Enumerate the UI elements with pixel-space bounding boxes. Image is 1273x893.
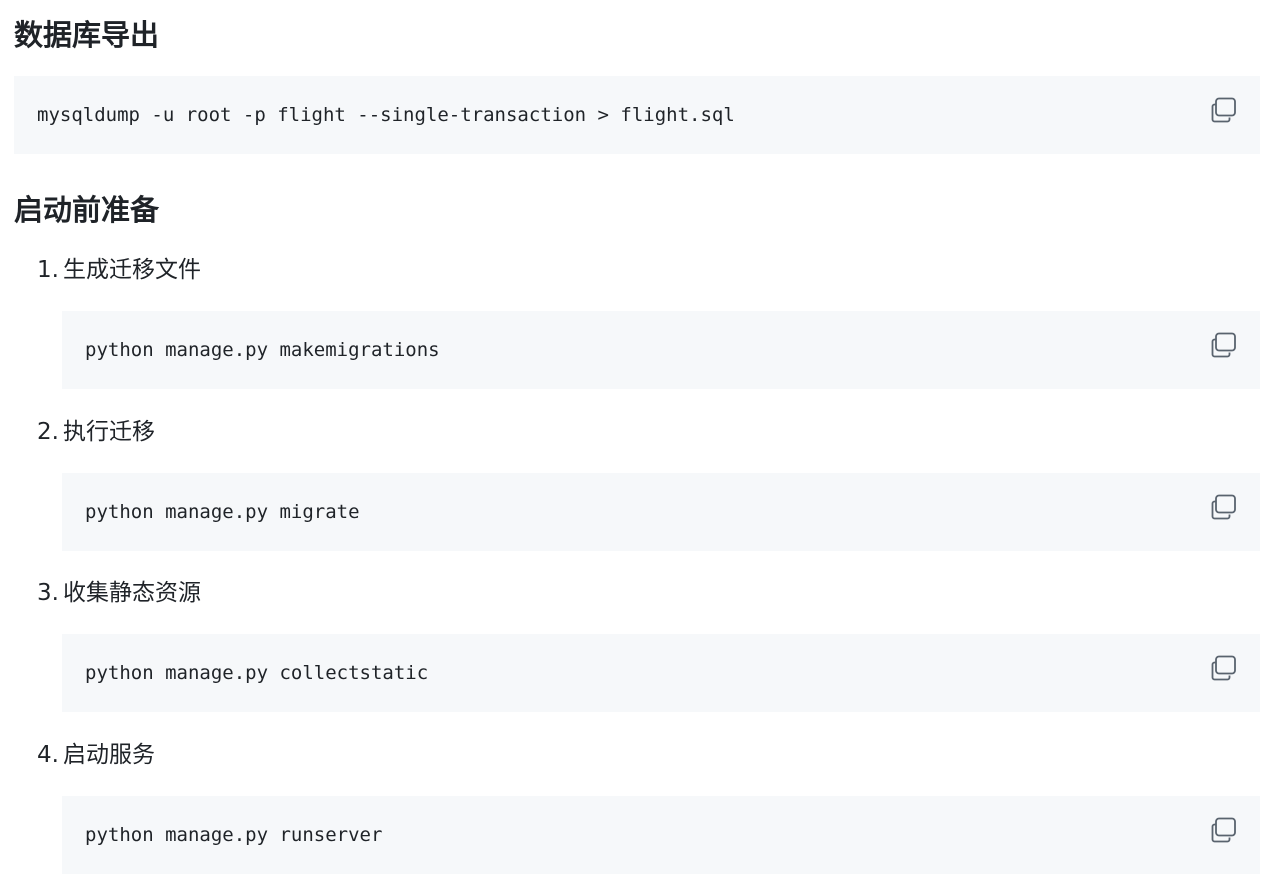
list-item-step-4: 4. 启动服务 <box>37 740 155 770</box>
step-label: 启动服务 <box>62 742 155 768</box>
list-item-step-2: 2. 执行迁移 <box>37 417 155 447</box>
code-block-runserver: python manage.py runserver <box>62 796 1260 874</box>
copy-button[interactable] <box>1210 493 1238 521</box>
code-block-export: mysqldump -u root -p flight --single-tra… <box>14 76 1260 154</box>
copy-button[interactable] <box>1210 96 1238 124</box>
step-label: 收集静态资源 <box>62 580 201 606</box>
step-label: 生成迁移文件 <box>62 257 201 283</box>
code-text: python manage.py runserver <box>85 824 383 846</box>
copy-button[interactable] <box>1210 654 1238 682</box>
copy-icon <box>1211 494 1236 520</box>
copy-button[interactable] <box>1210 331 1238 359</box>
list-item-step-1: 1. 生成迁移文件 <box>37 255 201 285</box>
heading-database-export: 数据库导出 <box>14 18 160 52</box>
code-block-makemigrations: python manage.py makemigrations <box>62 311 1260 389</box>
code-text: python manage.py makemigrations <box>85 339 440 361</box>
code-block-migrate: python manage.py migrate <box>62 473 1260 551</box>
copy-icon <box>1211 655 1236 681</box>
step-number: 1. <box>37 257 59 283</box>
list-item-step-3: 3. 收集静态资源 <box>37 578 201 608</box>
copy-icon <box>1211 817 1236 843</box>
copy-icon <box>1211 97 1236 123</box>
heading-prestart-prep: 启动前准备 <box>14 193 160 227</box>
code-text: mysqldump -u root -p flight --single-tra… <box>37 104 735 126</box>
code-block-collectstatic: python manage.py collectstatic <box>62 634 1260 712</box>
step-number: 3. <box>37 580 59 606</box>
copy-icon <box>1211 332 1236 358</box>
code-text: python manage.py collectstatic <box>85 662 429 684</box>
step-number: 4. <box>37 742 59 768</box>
copy-button[interactable] <box>1210 816 1238 844</box>
step-number: 2. <box>37 419 59 445</box>
step-label: 执行迁移 <box>62 419 155 445</box>
code-text: python manage.py migrate <box>85 501 360 523</box>
